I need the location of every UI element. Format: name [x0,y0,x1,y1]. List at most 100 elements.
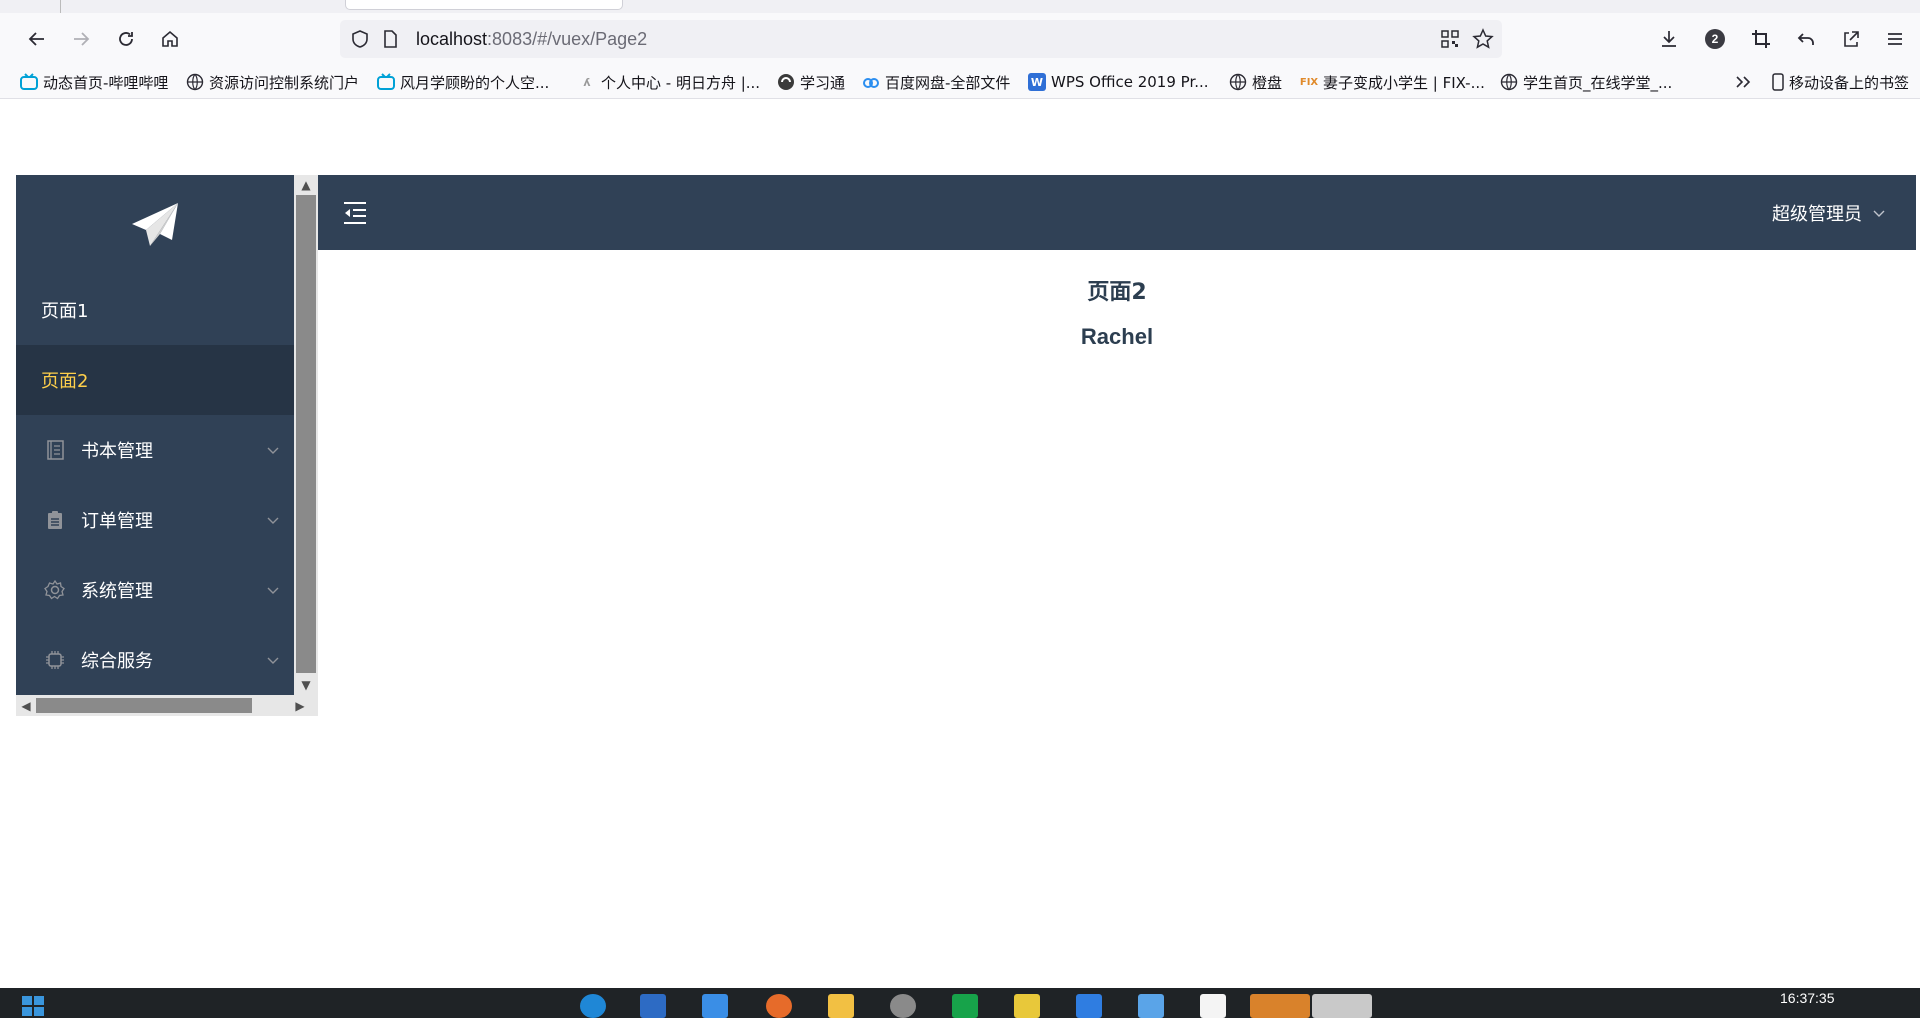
qr-code-icon[interactable] [1440,29,1460,49]
shield-icon[interactable] [350,29,370,49]
chevron-down-icon [1873,210,1885,217]
undo-icon [1797,33,1814,45]
page-title: 页面2 [1087,280,1147,305]
store-icon[interactable] [640,994,666,1018]
bookmark-item[interactable]: W WPS Office 2019 Pr... [1028,71,1209,93]
bookmark-item[interactable]: ʎ 个人中心 - 明日方舟 |... [578,71,760,93]
bookmark-label: 风月学顾盼的个人空... [400,73,550,92]
chaoxing-icon [777,73,795,91]
tab-separator [60,0,61,13]
bookmark-item[interactable]: 动态首页-哔哩哔哩 [20,71,168,93]
share-icon [1844,31,1859,47]
home-button[interactable] [155,24,185,54]
sidebar-menu: 页面1 页面2 书本管理 订单管理 系统管理 综合服务 [16,275,294,695]
sidebar-item-page2[interactable]: 页面2 [16,345,294,415]
chevron-down-icon [267,447,279,454]
svg-app-icon[interactable] [1312,994,1372,1018]
app-layout: 页面1 页面2 书本管理 订单管理 系统管理 综合服务 ▲ ▼ ◀ ▶ 超级管理… [16,175,1916,716]
user-dropdown[interactable]: 超级管理员 [1772,200,1886,226]
scroll-right-arrow-icon[interactable]: ▶ [290,695,310,716]
scrollbar-thumb[interactable] [296,195,316,673]
os-taskbar: 16:37:35 [0,988,1920,1018]
sidebar-item-label: 综合服务 [81,651,153,672]
notes-icon[interactable] [1014,994,1040,1018]
intellij-icon[interactable] [1250,994,1310,1018]
firefox-icon[interactable] [766,994,792,1018]
scroll-left-arrow-icon[interactable]: ◀ [16,695,36,716]
sidebar-horizontal-scrollbar[interactable]: ◀ ▶ [16,695,318,716]
taskbar-clock[interactable]: 16:37:35 [1780,990,1835,1006]
vscode-icon[interactable] [1076,994,1102,1018]
app-icon[interactable] [890,994,916,1018]
sidebar-item-page1[interactable]: 页面1 [16,275,294,345]
scroll-down-arrow-icon[interactable]: ▼ [294,675,318,695]
file-explorer-icon[interactable] [828,994,854,1018]
active-tab[interactable] [345,0,623,10]
undo-button[interactable] [1791,24,1821,54]
top-header: 超级管理员 [318,175,1916,250]
sidebar-item-system-management[interactable]: 系统管理 [16,555,294,625]
chip-icon [44,649,66,671]
more-bookmarks-button[interactable] [1734,71,1757,93]
hbuilder-icon[interactable] [952,994,978,1018]
sidebar-item-integrated-services[interactable]: 综合服务 [16,625,294,695]
forward-button[interactable] [66,24,96,54]
sidebar-item-order-management[interactable]: 订单管理 [16,485,294,555]
reload-button[interactable] [111,24,141,54]
bookmark-star-icon[interactable] [1472,28,1494,50]
bookmark-label: 学习通 [800,73,846,92]
book-icon [44,439,66,461]
bookmark-label: 个人中心 - 明日方舟 |... [601,73,761,92]
user-name-display: Rachel [1080,324,1154,349]
bookmark-item[interactable]: 橙盘 [1229,71,1282,93]
scrollbar-thumb[interactable] [36,698,252,713]
globe-icon [1229,73,1247,91]
crop-icon [1752,30,1770,48]
clipboard-icon [44,509,66,531]
sidebar-item-label: 系统管理 [81,581,153,602]
bookmark-item[interactable]: FIX 妻子变成小学生 | FIX-... [1300,71,1485,93]
bookmark-item[interactable]: 学习通 [777,71,845,93]
arrow-right-icon [74,32,90,46]
share-button[interactable] [1836,24,1866,54]
main-content: 页面2 Rachel [318,250,1916,716]
bookmark-label: 妻子变成小学生 | FIX-... [1323,73,1485,92]
bookmark-item[interactable]: 百度网盘-全部文件 [862,71,1010,93]
wps-icon: W [1028,73,1046,91]
bookmark-item[interactable]: 资源访问控制系统门户 [186,71,359,93]
baidu-netdisk-icon [862,73,880,91]
bilibili-icon [20,73,38,91]
downloads-button[interactable] [1654,24,1684,54]
crop-button[interactable] [1746,24,1776,54]
bookmark-label: 资源访问控制系统门户 [209,73,360,92]
collapse-menu-icon[interactable] [342,200,368,226]
chevron-down-icon [267,657,279,664]
edge-browser-icon[interactable] [580,994,606,1018]
bookmark-item[interactable]: 学生首页_在线学堂_... [1500,71,1672,93]
logo[interactable] [16,175,294,275]
sidebar-item-book-management[interactable]: 书本管理 [16,415,294,485]
url-text[interactable]: localhost:8083/#/vuex/Page2 [416,28,647,50]
sidebar-item-label: 页面1 [41,301,89,322]
arrow-left-icon [28,32,44,46]
mobile-bookmarks-folder[interactable]: 移动设备上的书签 [1772,71,1909,93]
app-icon[interactable] [1138,994,1164,1018]
scroll-up-arrow-icon[interactable]: ▲ [294,175,318,195]
globe-icon [1500,73,1518,91]
sidebar: 页面1 页面2 书本管理 订单管理 系统管理 综合服务 ▲ ▼ ◀ ▶ [16,175,318,716]
windows-start-icon[interactable] [22,996,44,1016]
extension-badge-icon[interactable]: 2 [1705,29,1725,49]
app-menu-button[interactable] [1880,24,1910,54]
sidebar-item-label: 页面2 [41,371,89,392]
back-button[interactable] [22,24,52,54]
sidebar-vertical-scrollbar[interactable]: ▲ ▼ [294,175,318,695]
bookmark-item[interactable]: 风月学顾盼的个人空... [377,71,549,93]
bookmarks-toolbar: 动态首页-哔哩哔哩 资源访问控制系统门户 风月学顾盼的个人空... ʎ 个人中心… [0,65,1920,99]
reload-icon [119,32,133,46]
address-bar[interactable]: localhost:8083/#/vuex/Page2 [340,20,1502,58]
sidebar-item-label: 订单管理 [81,511,153,532]
mail-icon[interactable] [702,994,728,1018]
page-icon[interactable] [380,29,400,49]
typora-icon[interactable] [1200,994,1226,1018]
arknights-icon: ʎ [583,75,591,89]
